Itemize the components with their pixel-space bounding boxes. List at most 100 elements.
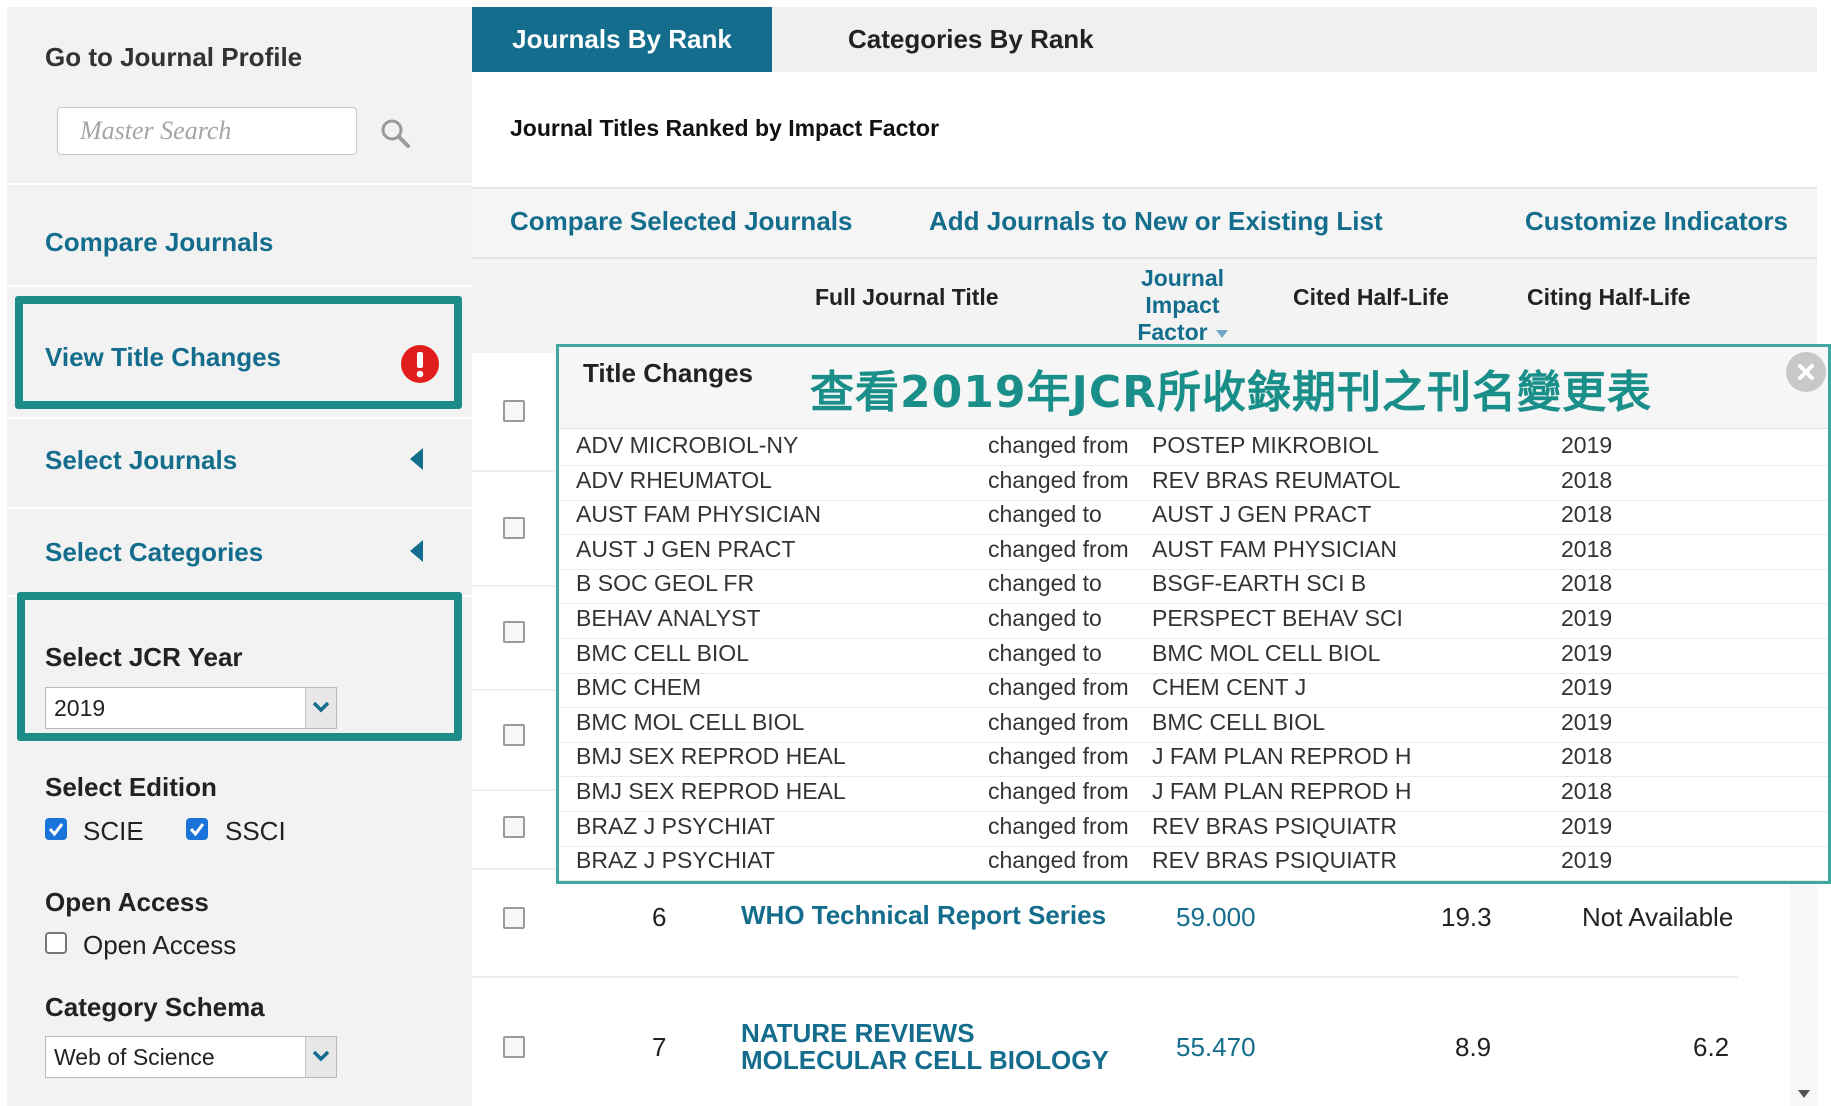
- title-change-journal: BMC CELL BIOL: [576, 639, 749, 666]
- open-access-checkbox[interactable]: [45, 932, 67, 954]
- title-changes-popup: Title Changes 查看2019年JCR所收錄期刊之刊名變更表 ADV …: [556, 344, 1831, 884]
- title-change-row: ADV MICROBIOL-NY changed from POSTEP MIKRO…: [559, 430, 1828, 466]
- title-change-direction: changed from: [988, 466, 1129, 493]
- title-change-year: 2019: [1561, 674, 1613, 701]
- title-change-journal: BRAZ J PSYCHIAT: [576, 847, 775, 874]
- column-citing-half-life[interactable]: Citing Half-Life: [1527, 284, 1691, 311]
- journal-title-link[interactable]: NATURE REVIEWS MOLECULAR CELL BIOLOGY: [741, 1020, 1109, 1074]
- jif-header-line: Factor: [1137, 319, 1228, 346]
- title-change-journal: B SOC GEOL FR: [576, 570, 755, 597]
- title-change-journal: AUST FAM PHYSICIAN: [576, 501, 821, 528]
- title-change-direction: changed from: [988, 812, 1129, 839]
- triangle-left-icon[interactable]: [410, 540, 423, 562]
- title-change-direction: changed to: [988, 605, 1102, 631]
- title-change-year: 2018: [1561, 501, 1613, 528]
- column-impact-factor[interactable]: Journal Impact Factor: [1120, 265, 1245, 346]
- title-change-row: BEHAV ANALYST changed to PERSPECT BEHAV SC…: [559, 603, 1828, 639]
- category-schema-label: Category Schema: [45, 992, 265, 1022]
- journal-title-line: NATURE REVIEWS: [741, 1018, 975, 1048]
- title-change-other-title: J FAM PLAN REPROD H: [1152, 743, 1412, 770]
- title-change-direction: changed to: [988, 639, 1102, 666]
- close-icon[interactable]: [1786, 352, 1826, 392]
- scroll-down-icon[interactable]: [1798, 1090, 1810, 1098]
- title-change-direction: changed from: [988, 778, 1129, 804]
- tab-categories-by-rank[interactable]: Categories By Rank: [848, 7, 1094, 72]
- row-checkbox[interactable]: [503, 621, 525, 643]
- cited-half-life-cell: 19.3: [1441, 902, 1492, 932]
- title-change-direction: changed from: [988, 743, 1129, 770]
- title-change-row: BRAZ J PSYCHIAT changed from REV BRAS PSIQ…: [559, 845, 1828, 881]
- title-change-year: 2018: [1561, 778, 1613, 804]
- title-change-direction: changed to: [988, 570, 1102, 597]
- page-subtitle: Journal Titles Ranked by Impact Factor: [510, 115, 940, 141]
- title-change-row: BMJ SEX REPROD HEAL changed from J FAM PLA…: [559, 776, 1828, 812]
- title-change-other-title: BMC CELL BIOL: [1152, 708, 1325, 735]
- annotation-caption: 查看2019年JCR所收錄期刊之刊名變更表: [810, 367, 1653, 418]
- rank-cell: 7: [652, 1032, 667, 1062]
- impact-factor-cell[interactable]: 55.470: [1176, 1032, 1256, 1063]
- row-checkbox[interactable]: [503, 816, 525, 838]
- row-checkbox[interactable]: [503, 724, 525, 746]
- journal-profile-heading: Go to Journal Profile: [45, 42, 303, 72]
- ssci-checkbox[interactable]: [186, 818, 208, 840]
- title-change-year: 2019: [1561, 812, 1613, 839]
- title-change-other-title: CHEM CENT J: [1152, 674, 1307, 701]
- title-change-journal: BMJ SEX REPROD HEAL: [576, 743, 846, 770]
- journal-title-line: MOLECULAR CELL BIOLOGY: [741, 1045, 1109, 1075]
- select-categories-toggle[interactable]: Select Categories: [45, 537, 263, 568]
- title-change-direction: changed from: [988, 535, 1129, 562]
- row-checkbox[interactable]: [503, 517, 525, 539]
- master-search-input[interactable]: [57, 107, 357, 155]
- title-change-journal: BMC MOL CELL BIOL: [576, 708, 805, 735]
- title-change-year: 2018: [1561, 535, 1613, 562]
- compare-selected-button[interactable]: Compare Selected Journals: [510, 206, 852, 237]
- open-access-heading: Open Access: [45, 887, 209, 917]
- title-change-journal: ADV RHEUMATOL: [576, 466, 772, 493]
- title-change-year: 2019: [1561, 708, 1613, 735]
- title-change-direction: changed from: [988, 708, 1129, 735]
- sidebar: Go to Journal Profile Compare Journals V…: [7, 7, 472, 1106]
- category-schema-select[interactable]: Web of Science: [45, 1036, 337, 1078]
- popup-title: Title Changes: [583, 358, 754, 388]
- title-change-other-title: PERSPECT BEHAV SCI: [1152, 605, 1403, 631]
- row-checkbox[interactable]: [503, 1036, 525, 1058]
- title-change-journal: BMC CHEM: [576, 674, 702, 701]
- row-checkbox[interactable]: [503, 400, 525, 422]
- title-change-row: AUST J GEN PRACT changed from AUST FAM PHY…: [559, 534, 1828, 570]
- title-change-other-title: J FAM PLAN REPROD H: [1152, 778, 1412, 804]
- select-journals-toggle[interactable]: Select Journals: [45, 445, 237, 476]
- tab-journals-by-rank[interactable]: Journals By Rank: [472, 7, 772, 72]
- add-to-list-button[interactable]: Add Journals to New or Existing List: [929, 206, 1383, 237]
- title-change-direction: changed from: [988, 674, 1129, 701]
- row-checkbox[interactable]: [503, 907, 525, 929]
- open-access-label: Open Access: [83, 930, 237, 960]
- jif-header-line: Journal: [1140, 265, 1225, 291]
- chevron-down-icon[interactable]: [305, 1037, 336, 1077]
- citing-half-life-cell: Not Available: [1582, 902, 1734, 932]
- customize-indicators-button[interactable]: Customize Indicators: [1525, 206, 1788, 237]
- select-edition-label: Select Edition: [45, 772, 217, 802]
- rank-cell: 6: [652, 902, 667, 932]
- title-change-year: 2019: [1561, 847, 1613, 874]
- citing-half-life-cell: 6.2: [1693, 1032, 1730, 1062]
- column-cited-half-life[interactable]: Cited Half-Life: [1293, 284, 1449, 311]
- title-change-year: 2018: [1561, 466, 1613, 493]
- column-full-title[interactable]: Full Journal Title: [815, 284, 999, 311]
- title-change-row: ADV RHEUMATOL changed from REV BRAS REUMAT…: [559, 465, 1828, 501]
- search-icon[interactable]: [379, 117, 411, 149]
- impact-factor-cell[interactable]: 59.000: [1176, 902, 1256, 933]
- title-change-direction: changed from: [988, 432, 1129, 458]
- scie-checkbox[interactable]: [45, 818, 67, 840]
- title-change-year: 2019: [1561, 605, 1613, 631]
- triangle-left-icon[interactable]: [410, 448, 423, 470]
- journal-title-link[interactable]: WHO Technical Report Series: [741, 902, 1106, 929]
- jcr-year-highlight: [17, 592, 462, 741]
- title-change-row: BMJ SEX REPROD HEAL changed from J FAM PLA…: [559, 741, 1828, 778]
- title-change-year: 2018: [1561, 570, 1613, 597]
- scie-label: SCIE: [83, 816, 144, 846]
- cited-half-life-cell: 8.9: [1455, 1032, 1492, 1062]
- title-change-year: 2018: [1561, 743, 1613, 770]
- ssci-label: SSCI: [225, 816, 286, 846]
- compare-journals-link[interactable]: Compare Journals: [45, 227, 273, 258]
- title-change-journal: ADV MICROBIOL-NY: [576, 432, 799, 458]
